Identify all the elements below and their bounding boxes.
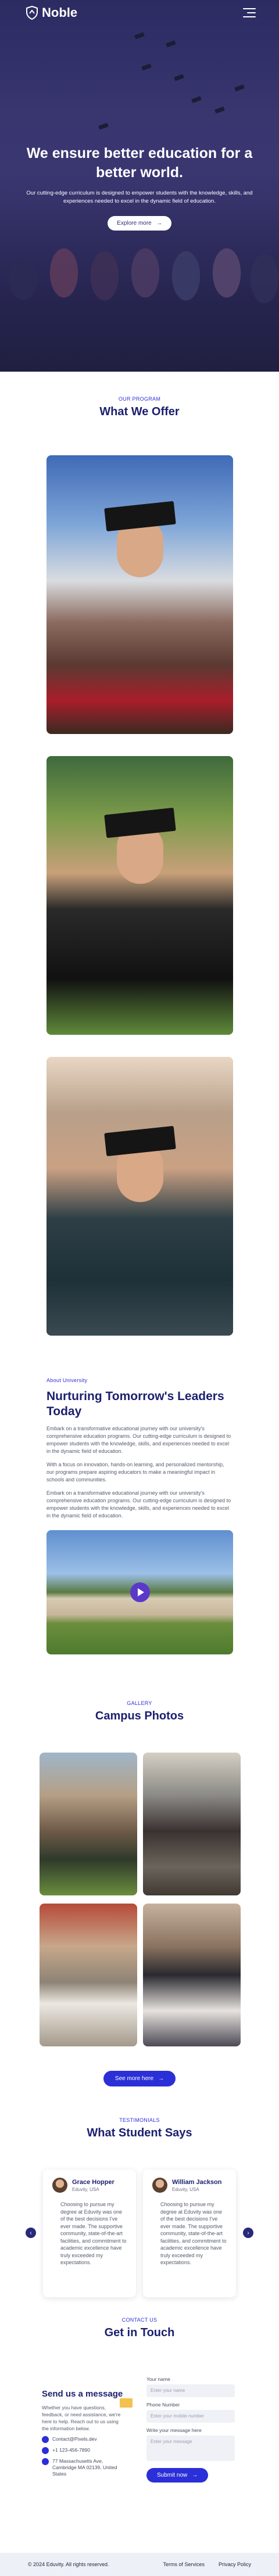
flying-cap-graphic bbox=[98, 123, 109, 130]
about-title: Nurturing Tomorrow's Leaders Today bbox=[46, 1390, 224, 1418]
navbar: Noble bbox=[0, 0, 279, 26]
contact-phone-row: +1 123-456-7890 bbox=[42, 2447, 123, 2454]
gallery-photo-4[interactable] bbox=[143, 1904, 241, 2046]
terms-link[interactable]: Terms of Services bbox=[163, 2561, 205, 2567]
privacy-link[interactable]: Privacy Policy bbox=[219, 2561, 251, 2567]
about-eyebrow: About University bbox=[46, 1377, 88, 1383]
see-more-label: See more here bbox=[115, 2075, 154, 2082]
hero-section: Noble We ensure better education for a b… bbox=[0, 0, 279, 372]
hamburger-icon[interactable] bbox=[243, 8, 256, 17]
testimonial-text: Choosing to pursue my degree at Eduvity … bbox=[60, 2201, 127, 2265]
phone-icon bbox=[42, 2447, 49, 2454]
play-icon[interactable] bbox=[130, 1582, 150, 1602]
gallery-photo-2[interactable] bbox=[143, 1753, 241, 1895]
avatar bbox=[152, 2178, 167, 2193]
contact-email-row: Contact@Pixels.dev bbox=[42, 2436, 123, 2443]
testimonials-title: What Student Says bbox=[87, 2127, 192, 2139]
contact-phone[interactable]: +1 123-456-7890 bbox=[52, 2447, 90, 2453]
contact-address: 77 Massachusetts Ave, Cambridge MA 02139… bbox=[52, 2458, 117, 2477]
explore-more-button[interactable]: Explore more → bbox=[108, 216, 171, 231]
contact-heading: Send us a message bbox=[42, 2389, 123, 2399]
chevron-left-icon[interactable]: ‹ bbox=[26, 2228, 36, 2238]
brand-name: Noble bbox=[42, 5, 78, 20]
contact-eyebrow: CONTACT US bbox=[121, 2317, 158, 2323]
arrow-right-icon: → bbox=[156, 220, 162, 226]
campus-video[interactable] bbox=[46, 1530, 233, 1654]
about-paragraph-3: Embark on a transformative educational j… bbox=[46, 1490, 231, 1519]
testimonial-role: Eduvity, USA bbox=[72, 2186, 99, 2192]
mail-icon bbox=[42, 2436, 49, 2443]
avatar bbox=[52, 2178, 67, 2193]
contact-address-row: 77 Massachusetts Ave, Cambridge MA 02139… bbox=[42, 2458, 123, 2477]
chevron-right-icon[interactable]: › bbox=[243, 2228, 253, 2238]
flying-cap-graphic bbox=[214, 106, 225, 114]
contact-title: Get in Touch bbox=[104, 2326, 175, 2339]
gallery-photo-3[interactable] bbox=[40, 1904, 137, 2046]
shield-logo-icon bbox=[26, 6, 38, 20]
gallery-section: GALLERY Campus Photos bbox=[0, 1700, 279, 1723]
graduation-cap-graphic bbox=[103, 1125, 176, 1157]
offer-title: What We Offer bbox=[99, 405, 180, 418]
see-more-wrapper: See more here → bbox=[0, 2071, 279, 2086]
about-section: About University Nurturing Tomorrow's Le… bbox=[46, 1377, 233, 1520]
footer: © 2024 Eduvity. All rights reserved. Ter… bbox=[0, 2553, 279, 2576]
phone-input[interactable]: Enter your mobile number bbox=[146, 2410, 235, 2423]
hero-title: We ensure better education for a better … bbox=[26, 145, 253, 181]
testimonial-text: Choosing to pursue my degree at Eduvity … bbox=[160, 2201, 227, 2265]
testimonial-name: Grace Hopper bbox=[72, 2178, 115, 2186]
name-input[interactable]: Enter your name bbox=[146, 2384, 235, 2397]
about-paragraph-2: With a focus on innovation, hands-on lea… bbox=[46, 1462, 224, 1483]
contact-info: Send us a message Whether you have quest… bbox=[42, 2389, 123, 2477]
testimonial-carousel: ‹ Grace Hopper Eduvity, USA Choosing to … bbox=[0, 2170, 279, 2297]
offer-eyebrow: OUR PROGRAM bbox=[118, 396, 161, 402]
flying-cap-graphic bbox=[174, 74, 184, 81]
explore-more-label: Explore more bbox=[117, 220, 152, 226]
brand-logo[interactable]: Noble bbox=[26, 5, 77, 20]
arrow-right-icon: → bbox=[192, 2472, 198, 2478]
offer-section: OUR PROGRAM What We Offer bbox=[0, 396, 279, 419]
testimonials-section: TESTIMONIALS What Student Says bbox=[0, 2117, 279, 2140]
flying-cap-graphic bbox=[234, 84, 245, 92]
testimonial-card: William Jackson Eduvity, USA Choosing to… bbox=[143, 2170, 236, 2297]
see-more-button[interactable]: See more here → bbox=[103, 2071, 176, 2086]
flying-cap-graphic bbox=[134, 32, 145, 39]
location-icon bbox=[42, 2458, 49, 2465]
arrow-right-icon: → bbox=[158, 2075, 164, 2082]
gallery-eyebrow: GALLERY bbox=[127, 1700, 152, 1706]
name-label: Your name bbox=[146, 2376, 170, 2382]
contact-email[interactable]: Contact@Pixels.dev bbox=[52, 2436, 97, 2442]
footer-links: Terms of Services Privacy Policy bbox=[163, 2561, 251, 2567]
flying-cap-graphic bbox=[166, 40, 176, 48]
flying-cap-graphic bbox=[191, 96, 202, 103]
copyright-text: © 2024 Eduvity. All rights reserved. bbox=[28, 2561, 109, 2567]
graduation-cap-graphic bbox=[103, 501, 176, 532]
submit-label: Submit now bbox=[157, 2472, 188, 2478]
hero-subtitle: Our cutting-edge curriculum is designed … bbox=[26, 190, 253, 204]
testimonials-eyebrow: TESTIMONIALS bbox=[119, 2117, 160, 2123]
envelope-icon bbox=[120, 2398, 133, 2408]
program-photo-3 bbox=[46, 1057, 233, 1336]
phone-label: Phone Number bbox=[146, 2402, 180, 2408]
submit-button[interactable]: Submit now → bbox=[146, 2468, 209, 2483]
gallery-photo-1[interactable] bbox=[40, 1753, 137, 1895]
testimonial-name: William Jackson bbox=[172, 2178, 222, 2186]
hero-content: We ensure better education for a better … bbox=[0, 144, 279, 231]
gallery-title: Campus Photos bbox=[95, 1710, 184, 1722]
contact-form: Your name Enter your name Phone Number E… bbox=[146, 2372, 235, 2483]
page: Noble We ensure better education for a b… bbox=[0, 0, 279, 2576]
flying-cap-graphic bbox=[141, 63, 152, 71]
testimonial-role: Eduvity, USA bbox=[172, 2186, 199, 2192]
contact-body: Whether you have questions, feedback, or… bbox=[42, 2405, 121, 2431]
message-textarea[interactable]: Enter your message bbox=[146, 2435, 235, 2461]
contact-section: CONTACT US Get in Touch bbox=[0, 2317, 279, 2340]
testimonial-card: Grace Hopper Eduvity, USA Choosing to pu… bbox=[43, 2170, 136, 2297]
program-photo-1 bbox=[46, 455, 233, 734]
about-paragraph-1: Embark on a transformative educational j… bbox=[46, 1426, 231, 1454]
message-label: Write your message here bbox=[146, 2427, 202, 2433]
program-photo-2 bbox=[46, 756, 233, 1035]
graduation-cap-graphic bbox=[103, 807, 176, 839]
